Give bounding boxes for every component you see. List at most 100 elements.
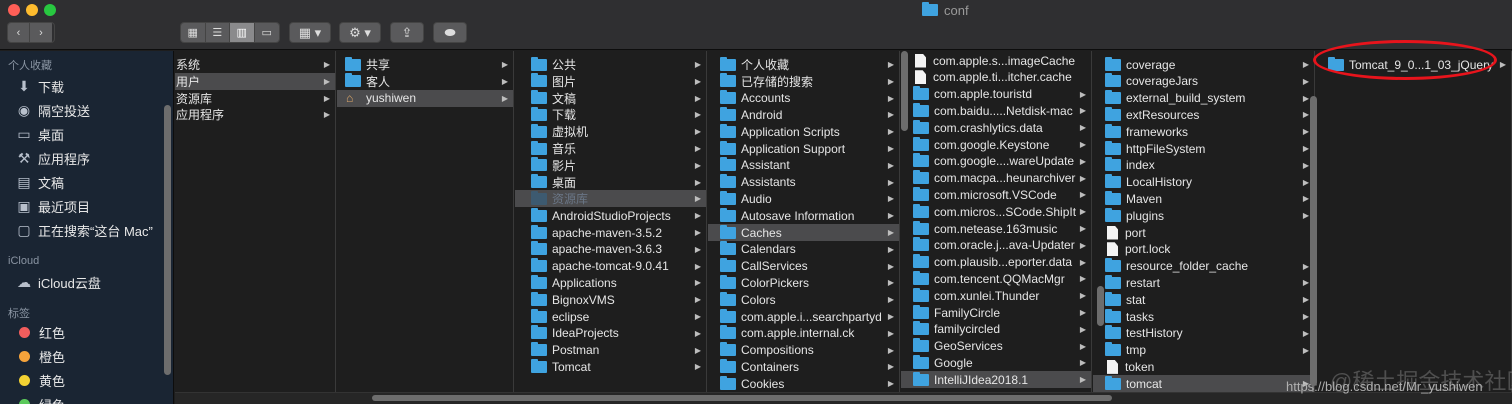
sidebar-tag-3[interactable]: 绿色 <box>16 393 65 404</box>
column-row[interactable]: Assistants ▶ <box>708 174 899 191</box>
column-row[interactable]: index ▶ <box>1093 157 1314 174</box>
column-row[interactable]: com.oracle.j...ava-Updater ▶ <box>901 237 1091 254</box>
column-row[interactable]: 个人收藏 ▶ <box>708 56 899 73</box>
column-row[interactable]: token <box>1093 358 1314 375</box>
icon-view-button[interactable]: ▦ <box>181 23 206 42</box>
sidebar-item-1[interactable]: ◉ 隔空投送 <box>16 99 90 121</box>
sidebar-item-6[interactable]: ▢ 正在搜索“这台 Mac” <box>16 219 152 241</box>
column-row[interactable]: extResources ▶ <box>1093 106 1314 123</box>
gallery-view-button[interactable]: ▭ <box>254 23 279 42</box>
column-row[interactable]: IdeaProjects ▶ <box>515 325 706 342</box>
column-row[interactable]: com.apple.internal.ck ▶ <box>708 325 899 342</box>
column-row[interactable]: restart ▶ <box>1093 274 1314 291</box>
column-row[interactable]: Accounts ▶ <box>708 90 899 107</box>
column-row[interactable]: com.crashlytics.data ▶ <box>901 119 1091 136</box>
sidebar-scrollbar[interactable] <box>164 105 171 375</box>
column-row[interactable]: port.lock <box>1093 241 1314 258</box>
column-row[interactable]: 音乐 ▶ <box>515 140 706 157</box>
column-scrollbar[interactable] <box>901 51 908 131</box>
sidebar-item-3[interactable]: ⚒ 应用程序 <box>16 147 90 169</box>
column-row[interactable]: AndroidStudioProjects ▶ <box>515 207 706 224</box>
column-row[interactable]: Android ▶ <box>708 106 899 123</box>
column-row[interactable]: com.baidu.....Netdisk-mac ▶ <box>901 102 1091 119</box>
column-row[interactable]: ColorPickers ▶ <box>708 274 899 291</box>
sidebar-tag-1[interactable]: 橙色 <box>16 345 65 367</box>
column-row[interactable]: 应用程序 ▶ <box>175 106 335 123</box>
column-row[interactable]: tomcat ▶ <box>1093 375 1314 392</box>
column-row[interactable]: LocalHistory ▶ <box>1093 174 1314 191</box>
sidebar-tag-0[interactable]: 红色 <box>16 321 65 343</box>
sidebar-item-4[interactable]: ▤ 文稿 <box>16 171 64 193</box>
back-button[interactable]: ‹ <box>8 23 30 42</box>
column-row[interactable]: BignoxVMS ▶ <box>515 291 706 308</box>
column-row[interactable]: port <box>1093 224 1314 241</box>
column-row[interactable]: com.google....wareUpdate ▶ <box>901 153 1091 170</box>
column-row[interactable]: eclipse ▶ <box>515 308 706 325</box>
column-row[interactable]: stat ▶ <box>1093 291 1314 308</box>
column-row[interactable]: Application Support ▶ <box>708 140 899 157</box>
column-row[interactable]: apache-maven-3.5.2 ▶ <box>515 224 706 241</box>
column-view-button[interactable]: ▥ <box>230 23 255 42</box>
column-row[interactable]: com.microsoft.VSCode ▶ <box>901 186 1091 203</box>
column-row[interactable]: IntelliJIdea2018.1 ▶ <box>901 371 1091 389</box>
column-row[interactable]: coverageJars ▶ <box>1093 73 1314 90</box>
forward-button[interactable]: › <box>30 23 52 42</box>
sidebar-item-0[interactable]: ⬇ 下载 <box>16 75 64 97</box>
column-row[interactable]: Applications ▶ <box>515 274 706 291</box>
column-row[interactable]: 资源库 ▶ <box>175 90 335 107</box>
column-row[interactable]: familycircled ▶ <box>901 321 1091 338</box>
minimize-window-button[interactable] <box>26 4 38 16</box>
column-row[interactable]: testHistory ▶ <box>1093 325 1314 342</box>
sidebar-item-icloud-drive[interactable]: ☁ iCloud云盘 <box>16 271 101 293</box>
column-row[interactable]: 下载 ▶ <box>515 106 706 123</box>
column-row[interactable]: 虚拟机 ▶ <box>515 123 706 140</box>
column-row[interactable]: 图片 ▶ <box>515 73 706 90</box>
column-row[interactable]: Postman ▶ <box>515 342 706 359</box>
column-row[interactable]: Tomcat ▶ <box>515 358 706 375</box>
column-scrollbar[interactable] <box>1097 286 1104 326</box>
tag-button[interactable]: ⬬ <box>433 22 467 43</box>
column-row[interactable]: external_build_system ▶ <box>1093 90 1314 107</box>
column-row[interactable]: 影片 ▶ <box>515 157 706 174</box>
zoom-window-button[interactable] <box>44 4 56 16</box>
column-row[interactable]: Application Scripts ▶ <box>708 123 899 140</box>
column-row[interactable]: httpFileSystem ▶ <box>1093 140 1314 157</box>
column-row[interactable]: Containers ▶ <box>708 358 899 375</box>
column-row[interactable]: frameworks ▶ <box>1093 123 1314 140</box>
horizontal-scrollbar-thumb[interactable] <box>372 395 1112 401</box>
group-button[interactable]: ▦ ▾ <box>289 22 331 43</box>
column-row[interactable]: 桌面 ▶ <box>515 174 706 191</box>
column-row[interactable]: com.macpa...heunarchiver ▶ <box>901 170 1091 187</box>
column-row[interactable]: 资源库 ▶ <box>515 190 706 208</box>
column-row[interactable]: Colors ▶ <box>708 291 899 308</box>
column-row[interactable]: com.apple.s...imageCache <box>901 52 1091 69</box>
column-row[interactable]: plugins ▶ <box>1093 207 1314 224</box>
column-row[interactable]: com.micros...SCode.ShipIt ▶ <box>901 203 1091 220</box>
column-row[interactable]: Compositions ▶ <box>708 342 899 359</box>
list-view-button[interactable]: ☰ <box>205 23 230 42</box>
sidebar-item-2[interactable]: ▭ 桌面 <box>16 123 64 145</box>
column-row[interactable]: 用户 ▶ <box>175 72 335 90</box>
column-row[interactable]: apache-tomcat-9.0.41 ▶ <box>515 258 706 275</box>
column-row[interactable]: FamilyCircle ▶ <box>901 304 1091 321</box>
column-row[interactable]: Maven ▶ <box>1093 190 1314 207</box>
column-row[interactable]: com.xunlei.Thunder ▶ <box>901 287 1091 304</box>
column-row[interactable]: com.plausib...eporter.data ▶ <box>901 254 1091 271</box>
column-row[interactable]: com.tencent.QQMacMgr ▶ <box>901 270 1091 287</box>
column-row[interactable]: tasks ▶ <box>1093 308 1314 325</box>
column-row[interactable]: 系统 ▶ <box>175 56 335 73</box>
column-row[interactable]: 共享 ▶ <box>337 56 513 73</box>
column-row[interactable]: Caches ▶ <box>708 224 899 241</box>
column-row[interactable]: 公共 ▶ <box>515 56 706 73</box>
column-row[interactable]: Assistant ▶ <box>708 157 899 174</box>
column-row[interactable]: tmp ▶ <box>1093 342 1314 359</box>
column-row[interactable]: GeoServices ▶ <box>901 338 1091 355</box>
column-row[interactable]: 已存储的搜索 ▶ <box>708 73 899 90</box>
column-row[interactable]: com.google.Keystone ▶ <box>901 136 1091 153</box>
column-row[interactable]: coverage ▶ <box>1093 56 1314 73</box>
column-scrollbar[interactable] <box>1310 96 1317 386</box>
column-row[interactable]: 客人 ▶ <box>337 73 513 90</box>
column-row[interactable]: com.apple.ti...itcher.cache <box>901 69 1091 86</box>
column-row[interactable]: Google ▶ <box>901 354 1091 371</box>
column-row[interactable]: Calendars ▶ <box>708 241 899 258</box>
